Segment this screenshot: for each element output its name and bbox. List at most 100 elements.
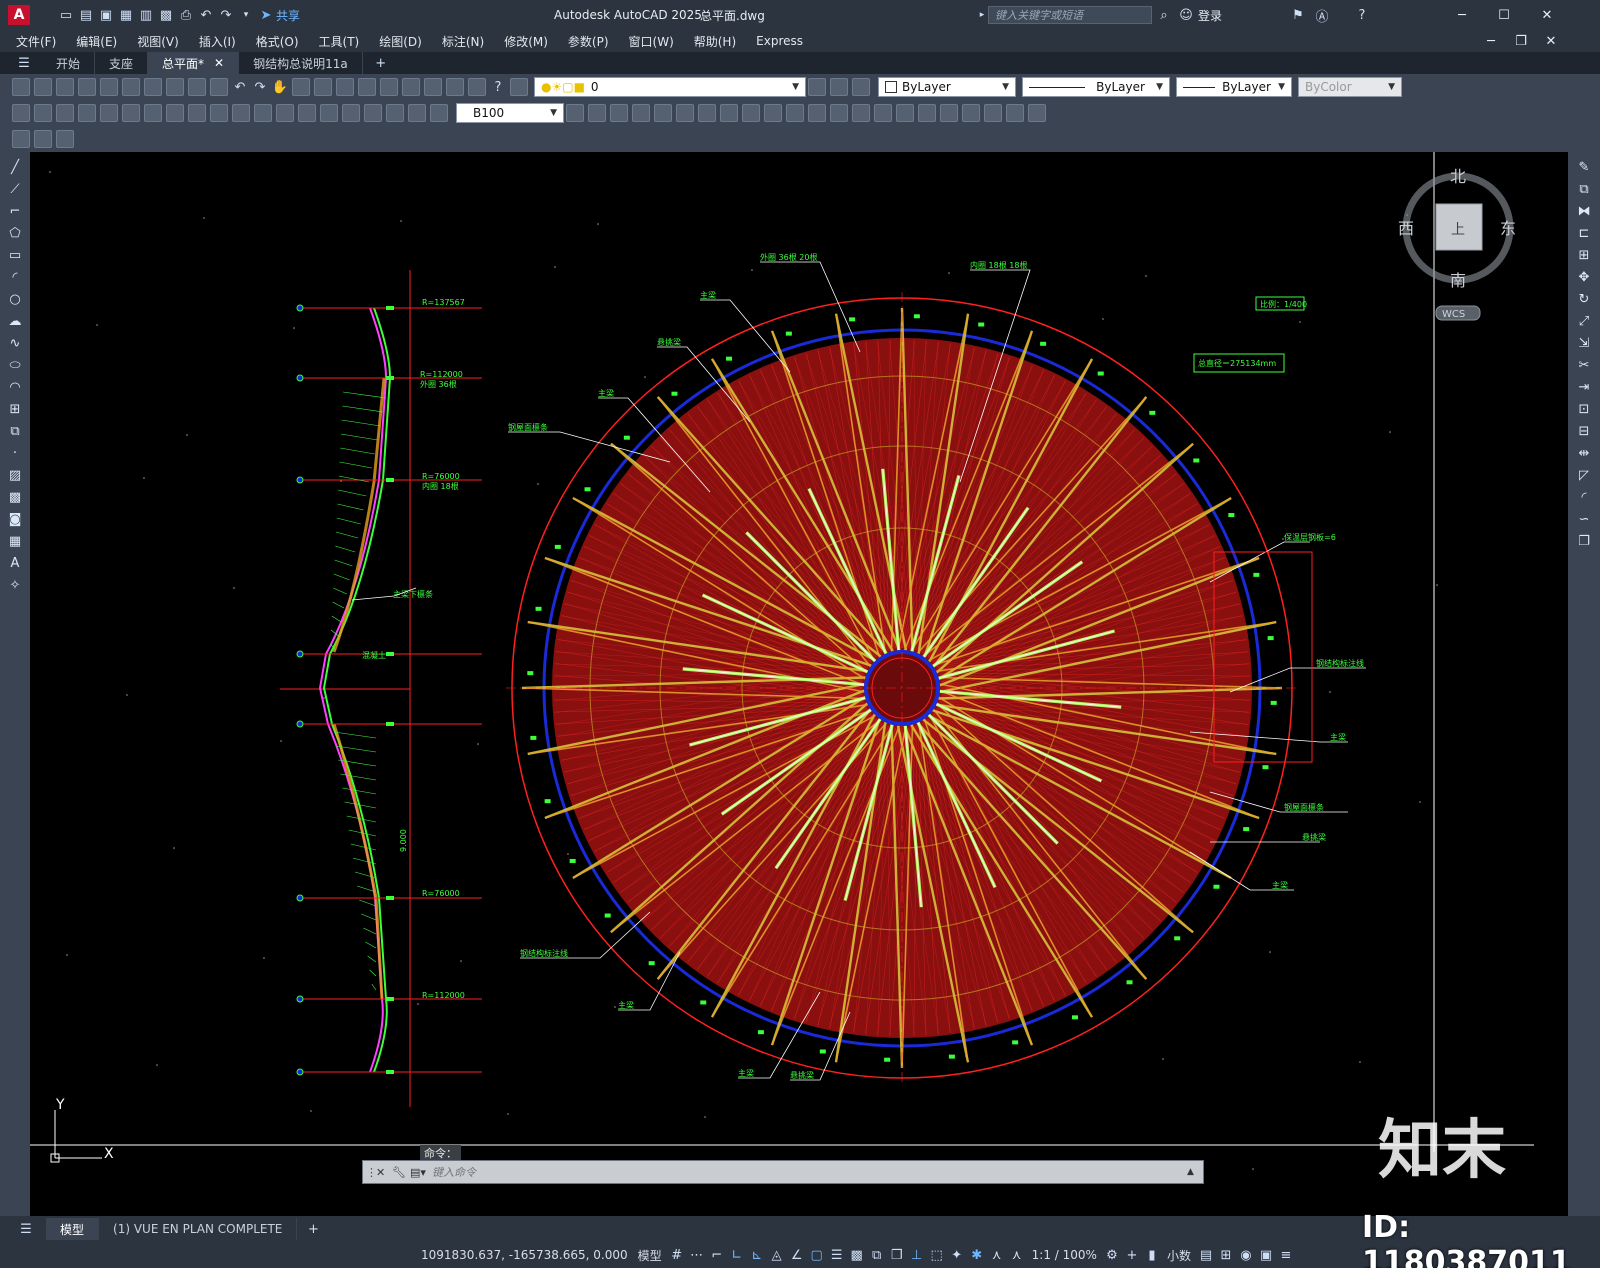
undo-icon[interactable]: ↶ <box>196 5 216 25</box>
units-value[interactable]: 小数 <box>1162 1247 1196 1264</box>
zoom-previous-icon[interactable] <box>336 78 354 96</box>
dim-edit-icon[interactable] <box>386 104 404 122</box>
customize-icon[interactable]: ≡ <box>1276 1245 1296 1265</box>
coordinates-readout[interactable]: 1091830.637, -165738.665, 0.000 <box>416 1248 633 1262</box>
lineweight-icon[interactable]: ☰ <box>827 1245 847 1265</box>
compass-east[interactable]: 东 <box>1500 219 1516 238</box>
doc-minimize-icon[interactable]: ─ <box>1474 34 1508 49</box>
3d-move-icon[interactable] <box>940 104 958 122</box>
dimstyle-dropdown[interactable]: B100 ▼ <box>456 103 564 123</box>
revcloud-icon[interactable]: ☁ <box>6 312 24 330</box>
selection-filter-icon[interactable]: ⬚ <box>927 1245 947 1265</box>
undo-icon[interactable]: ↶ <box>230 77 250 97</box>
menu-window[interactable]: 窗口(W) <box>619 33 684 50</box>
tab-steel-notes[interactable]: 钢结构总说明11a <box>239 52 363 74</box>
tool-palettes-icon[interactable] <box>402 78 420 96</box>
isolate-objects-icon[interactable]: ◉ <box>1236 1245 1256 1265</box>
extrude-icon[interactable] <box>742 104 760 122</box>
model-space-toggle[interactable]: 模型 <box>633 1247 667 1264</box>
tab-close-icon[interactable]: ✕ <box>214 56 224 70</box>
annotation-scale-value[interactable]: 1:1 / 100% <box>1027 1248 1102 1262</box>
menu-view[interactable]: 视图(V) <box>127 33 189 50</box>
isodraft-icon[interactable]: ◬ <box>767 1245 787 1265</box>
grip-icon[interactable]: ⋮ <box>366 1166 377 1179</box>
chevron-down-icon[interactable]: ▾ <box>236 5 256 25</box>
blend-icon[interactable]: ∽ <box>1575 510 1593 528</box>
calculator-icon[interactable] <box>468 78 486 96</box>
chevron-up-icon[interactable]: ▲ <box>1187 1167 1203 1177</box>
tolerance-icon[interactable] <box>298 104 316 122</box>
polyline-icon[interactable]: ⌐ <box>6 202 24 220</box>
tab-master-plan[interactable]: 总平面* ✕ <box>148 52 240 74</box>
table-icon[interactable]: ▦ <box>6 532 24 550</box>
redo-icon[interactable]: ↷ <box>250 77 270 97</box>
dim-update-icon[interactable] <box>430 104 448 122</box>
design-center-icon[interactable] <box>380 78 398 96</box>
save-icon[interactable]: ▣ <box>96 5 116 25</box>
menu-express[interactable]: Express <box>746 34 813 48</box>
drawing-svg[interactable]: R=137567 R=112000 外圈 36根 R=76000 内圈 18根 … <box>30 152 1568 1216</box>
zoom-realtime-icon[interactable] <box>292 78 310 96</box>
mtext-icon[interactable]: A <box>6 554 24 572</box>
ellipse-icon[interactable]: ⬭ <box>6 356 24 374</box>
circle-icon[interactable]: ○ <box>6 290 24 308</box>
save-icon[interactable] <box>56 78 74 96</box>
mirror-icon[interactable]: ⧓ <box>1575 202 1593 220</box>
layer-previous-icon[interactable] <box>830 78 848 96</box>
cart-icon[interactable]: ⚑ <box>1288 5 1308 25</box>
viewcube[interactable]: 上 北 南 东 西 WCS <box>1398 167 1516 321</box>
clean-screen-icon[interactable]: ▣ <box>1256 1245 1276 1265</box>
dim-style-icon[interactable] <box>566 104 584 122</box>
make-block-icon[interactable]: ⧉ <box>6 422 24 440</box>
attribute-icon[interactable] <box>56 130 74 148</box>
spline-icon[interactable]: ∿ <box>6 334 24 352</box>
chamfer-icon[interactable]: ◸ <box>1575 466 1593 484</box>
app-logo[interactable]: A <box>8 5 30 25</box>
make-current-layer-icon[interactable] <box>808 78 826 96</box>
compass-west[interactable]: 西 <box>1398 219 1414 238</box>
extend-icon[interactable]: ⇥ <box>1575 378 1593 396</box>
infer-icon[interactable]: ⌐ <box>707 1245 727 1265</box>
menu-icon[interactable]: ☰ <box>14 53 34 73</box>
offset-icon[interactable]: ⊏ <box>1575 224 1593 242</box>
compass-north[interactable]: 北 <box>1450 167 1466 186</box>
new-icon[interactable] <box>12 78 30 96</box>
baseline-dim-icon[interactable] <box>210 104 228 122</box>
help-icon[interactable]: ? <box>1352 5 1372 25</box>
menu-parametric[interactable]: 参数(P) <box>558 33 619 50</box>
arc-icon[interactable]: ◜ <box>6 268 24 286</box>
login-label[interactable]: 登录 <box>1198 7 1222 24</box>
dim-text-edit-icon[interactable] <box>408 104 426 122</box>
add-selected-icon[interactable]: ✧ <box>6 576 24 594</box>
dynamic-ucs-icon[interactable]: ⊥ <box>907 1245 927 1265</box>
plot-icon[interactable] <box>78 78 96 96</box>
match-properties-icon[interactable] <box>210 78 228 96</box>
block-editor-icon[interactable] <box>12 130 30 148</box>
command-prompt-icon[interactable]: ▤▾ <box>410 1166 432 1179</box>
snap-icon[interactable]: ⋯ <box>687 1245 707 1265</box>
line-icon[interactable]: ╱ <box>6 158 24 176</box>
jogged-linear-icon[interactable] <box>364 104 382 122</box>
share-label[interactable]: 共享 <box>276 7 300 24</box>
polygon-icon[interactable]: ⬠ <box>6 224 24 242</box>
dim-space-icon[interactable] <box>254 104 272 122</box>
torus-icon[interactable] <box>676 104 694 122</box>
roof-plan[interactable] <box>506 292 1298 1082</box>
doc-close-icon[interactable]: ✕ <box>1534 34 1568 49</box>
open-file-icon[interactable]: ▤ <box>76 5 96 25</box>
help-icon[interactable]: ? <box>488 77 508 97</box>
maximize-icon[interactable]: ☐ <box>1487 8 1521 23</box>
array-icon[interactable]: ⊞ <box>1575 246 1593 264</box>
scale-icon[interactable]: ⤢ <box>1575 312 1593 330</box>
plot-icon[interactable]: ▩ <box>156 5 176 25</box>
sheet-set-icon[interactable] <box>424 78 442 96</box>
cut-icon[interactable] <box>144 78 162 96</box>
publish-icon[interactable]: ▥ <box>136 5 156 25</box>
add-tab-icon[interactable]: + <box>371 53 391 73</box>
quick-dim-icon[interactable] <box>188 104 206 122</box>
menu-tools[interactable]: 工具(T) <box>309 33 370 50</box>
transparency-icon[interactable]: ▩ <box>847 1245 867 1265</box>
annotation-monitor-icon[interactable]: + <box>1122 1245 1142 1265</box>
insert-block-icon[interactable] <box>34 130 52 148</box>
hatch-icon[interactable]: ▨ <box>6 466 24 484</box>
